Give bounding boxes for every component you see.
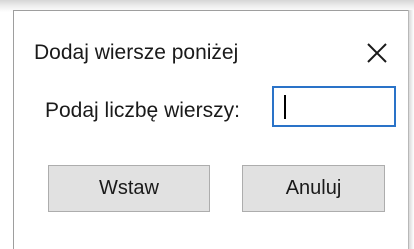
dialog-border-right bbox=[408, 10, 409, 249]
close-button[interactable] bbox=[363, 39, 391, 67]
dialog-shadow-right bbox=[409, 10, 414, 249]
dialog-border-left bbox=[13, 10, 14, 249]
text-caret bbox=[284, 95, 286, 119]
close-icon bbox=[367, 43, 387, 63]
rows-input[interactable] bbox=[272, 86, 396, 127]
dialog-border-top bbox=[13, 10, 409, 11]
insert-button[interactable]: Wstaw bbox=[48, 165, 210, 212]
rows-label: Podaj liczbę wierszy: bbox=[45, 99, 240, 122]
cancel-button[interactable]: Anuluj bbox=[242, 165, 385, 212]
screen: Dodaj wiersze poniżej Podaj liczbę wiers… bbox=[0, 0, 414, 249]
dialog-title: Dodaj wiersze poniżej bbox=[34, 41, 239, 64]
